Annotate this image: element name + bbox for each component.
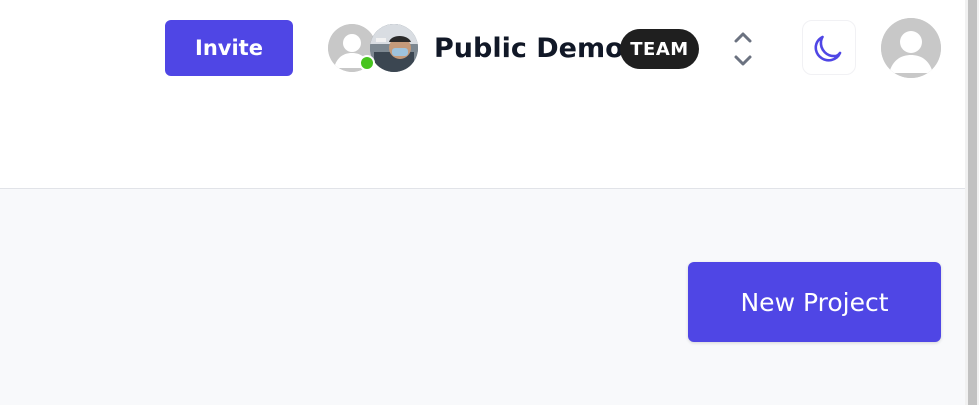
new-project-button[interactable]: New Project bbox=[688, 262, 941, 342]
user-avatar-icon[interactable] bbox=[881, 18, 941, 78]
invite-button-label: Invite bbox=[195, 36, 263, 60]
team-badge-label: TEAM bbox=[630, 38, 689, 60]
team-badge: TEAM bbox=[620, 29, 699, 69]
app-page: Invite Public Demo TEAM New Project bbox=[0, 0, 979, 405]
team-members-avatars[interactable] bbox=[328, 24, 420, 74]
theme-toggle-button[interactable] bbox=[802, 20, 856, 75]
invite-button[interactable]: Invite bbox=[165, 20, 293, 76]
moon-icon bbox=[814, 35, 842, 62]
online-status-dot bbox=[359, 55, 375, 71]
member-avatar-photo bbox=[370, 24, 418, 72]
top-header: Invite Public Demo TEAM bbox=[0, 0, 965, 189]
vertical-scrollbar[interactable] bbox=[965, 0, 979, 405]
team-name[interactable]: Public Demo bbox=[434, 28, 624, 70]
scrollbar-thumb[interactable] bbox=[968, 0, 977, 405]
new-project-button-label: New Project bbox=[740, 287, 889, 317]
photo-avatar-image bbox=[370, 24, 418, 72]
chevron-up-down-icon[interactable] bbox=[729, 28, 757, 70]
